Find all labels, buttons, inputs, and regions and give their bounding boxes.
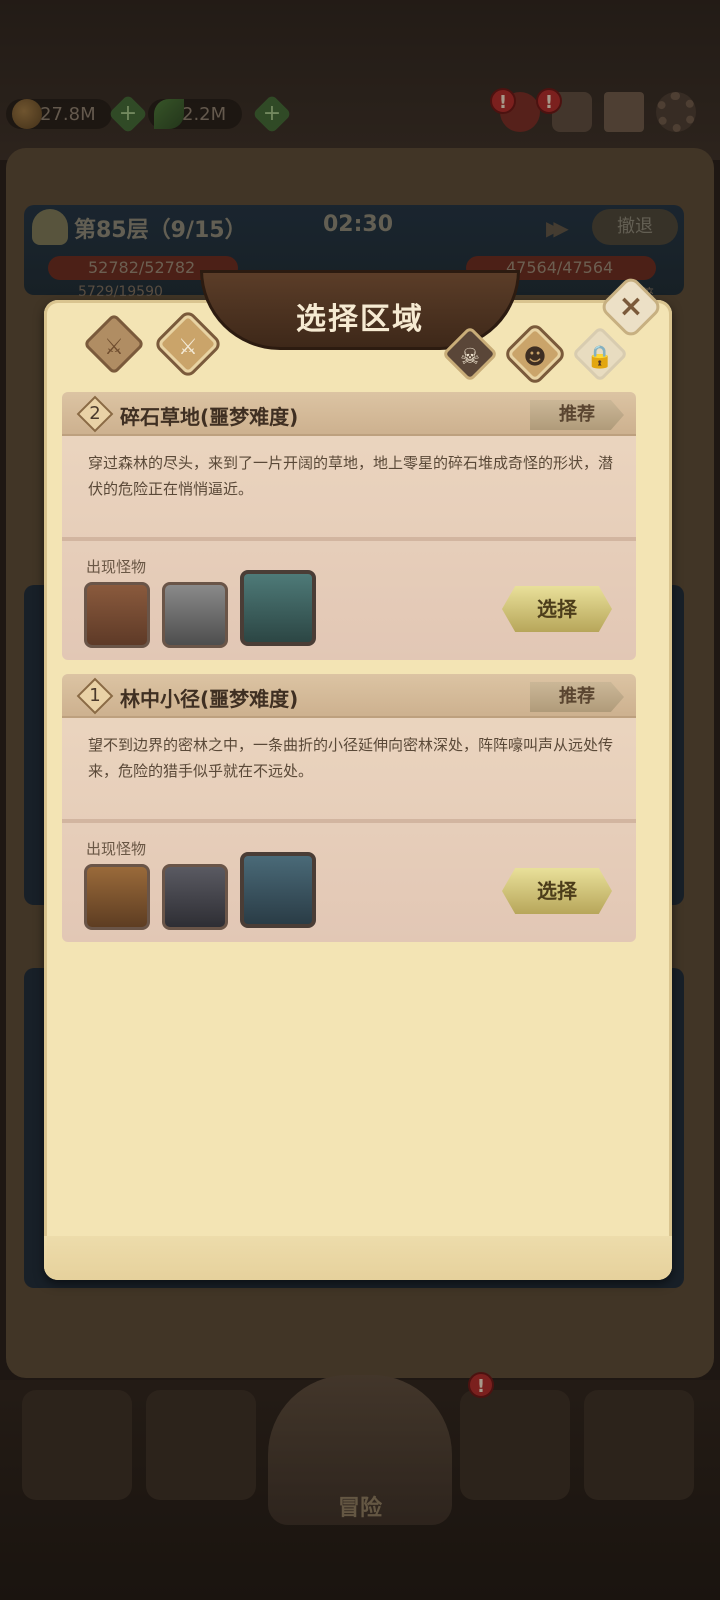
monster-werewolf-icon[interactable]	[84, 864, 150, 930]
region-header: 1 林中小径(噩梦难度) 推荐	[62, 674, 636, 718]
recommended-tag: 推荐	[530, 682, 624, 712]
monsters-label: 出现怪物	[86, 840, 147, 858]
skull-icon: ☠	[460, 345, 480, 371]
monster-boss-golem-icon[interactable]	[240, 570, 316, 646]
region-index-badge: 2	[76, 395, 114, 433]
modal-torn-edge	[44, 1236, 672, 1280]
region-name: 林中小径(噩梦难度)	[120, 687, 299, 711]
recommended-tag: 推荐	[530, 400, 624, 430]
crossed-swords-icon: ⚔	[178, 335, 198, 361]
region-index-badge: 1	[76, 677, 114, 715]
monsters-label: 出现怪物	[86, 558, 147, 576]
divider	[62, 537, 636, 541]
select-button[interactable]: 选择	[502, 868, 612, 914]
region-name: 碎石草地(噩梦难度)	[120, 405, 299, 429]
sword-icon: ⚔	[104, 335, 124, 361]
region-card: 2 碎石草地(噩梦难度) 推荐 穿过森林的尽头，来到了一片开阔的草地，地上零星的…	[62, 392, 636, 660]
monster-stone-golem-icon[interactable]	[162, 582, 228, 648]
monster-boss-wolf-icon[interactable]	[240, 852, 316, 928]
select-button[interactable]: 选择	[502, 586, 612, 632]
monster-dark-wolf-icon[interactable]	[162, 864, 228, 930]
lock-icon: 🔒	[586, 345, 614, 371]
monster-wood-golem-icon[interactable]	[84, 582, 150, 648]
close-icon: ×	[618, 289, 644, 324]
demon-face-icon: ☻	[523, 345, 547, 371]
divider	[62, 819, 636, 823]
region-header: 2 碎石草地(噩梦难度) 推荐	[62, 392, 636, 436]
region-card: 1 林中小径(噩梦难度) 推荐 望不到边界的密林之中，一条曲折的小径延伸向密林深…	[62, 674, 636, 942]
region-description: 穿过森林的尽头，来到了一片开阔的草地，地上零星的碎石堆成奇怪的形状，潜伏的危险正…	[88, 454, 614, 498]
region-description: 望不到边界的密林之中，一条曲折的小径延伸向密林深处，阵阵嚎叫声从远处传来，危险的…	[88, 736, 614, 780]
